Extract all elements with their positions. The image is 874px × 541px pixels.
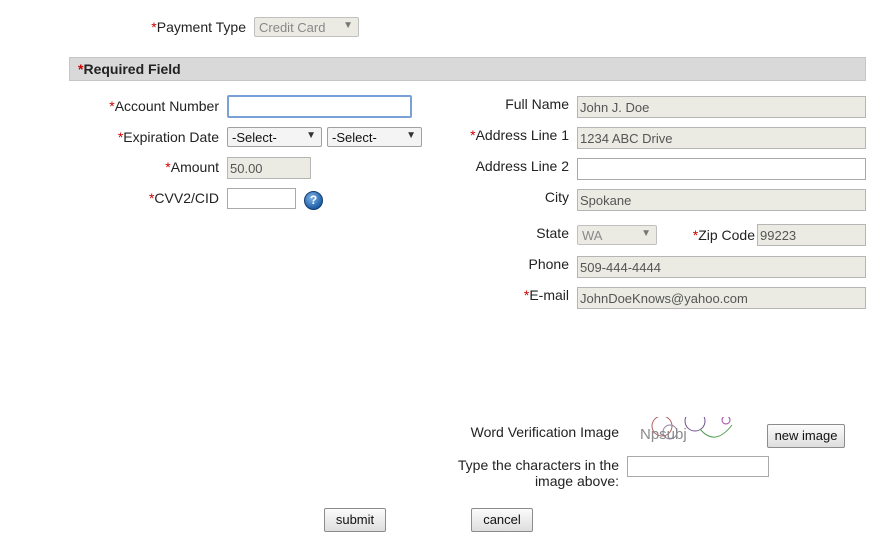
phone-field: 509-444-4444	[577, 256, 866, 278]
address-line-1-label: *Address Line 1	[470, 127, 569, 143]
required-field-header: *Required Field	[69, 57, 866, 81]
cancel-button[interactable]: cancel	[471, 508, 533, 532]
full-name-label: Full Name	[505, 96, 569, 112]
amount-field: 50.00	[227, 157, 311, 179]
payment-type-label: *Payment Type	[151, 19, 246, 35]
state-select[interactable]: WA ▼	[577, 225, 657, 245]
account-number-label: *Account Number	[109, 98, 219, 114]
city-field: Spokane	[577, 189, 866, 211]
captcha-image: Npsubj	[640, 417, 733, 443]
exp-month-select[interactable]: -Select- ▼	[227, 127, 322, 147]
city-label: City	[544, 189, 569, 205]
chevron-down-icon: ▼	[641, 228, 651, 239]
address-line-2-input[interactable]	[577, 158, 866, 180]
account-number-input[interactable]	[227, 95, 412, 118]
amount-label: *Amount	[165, 159, 219, 175]
payment-type-select[interactable]: Credit Card ▼	[254, 17, 359, 37]
type-characters-label: Type the characters in the image above:	[457, 457, 619, 489]
email-field: JohnDoeKnows@yahoo.com	[577, 287, 866, 309]
captcha-text: Npsubj	[640, 426, 687, 443]
cvv-input[interactable]	[227, 188, 296, 209]
new-image-button[interactable]: new image	[767, 424, 845, 448]
captcha-input[interactable]	[627, 456, 769, 477]
phone-label: Phone	[528, 256, 569, 272]
full-name-field: John J. Doe	[577, 96, 866, 118]
address-line-2-label: Address Line 2	[475, 158, 569, 174]
state-label: State	[536, 225, 569, 241]
chevron-down-icon: ▼	[406, 130, 416, 141]
submit-button[interactable]: submit	[324, 508, 386, 532]
help-icon[interactable]: ?	[304, 191, 323, 210]
zip-code-field: 99223	[757, 224, 866, 246]
address-line-1-field: 1234 ABC Drive	[577, 127, 866, 149]
chevron-down-icon: ▼	[343, 20, 353, 31]
word-verification-label: Word Verification Image	[470, 424, 619, 440]
chevron-down-icon: ▼	[306, 130, 316, 141]
expiration-date-label: *Expiration Date	[117, 129, 219, 145]
exp-year-select[interactable]: -Select- ▼	[327, 127, 422, 147]
email-label: *E-mail	[523, 287, 569, 303]
cvv-label: *CVV2/CID	[148, 190, 219, 206]
zip-code-label: *Zip Code	[692, 227, 755, 243]
